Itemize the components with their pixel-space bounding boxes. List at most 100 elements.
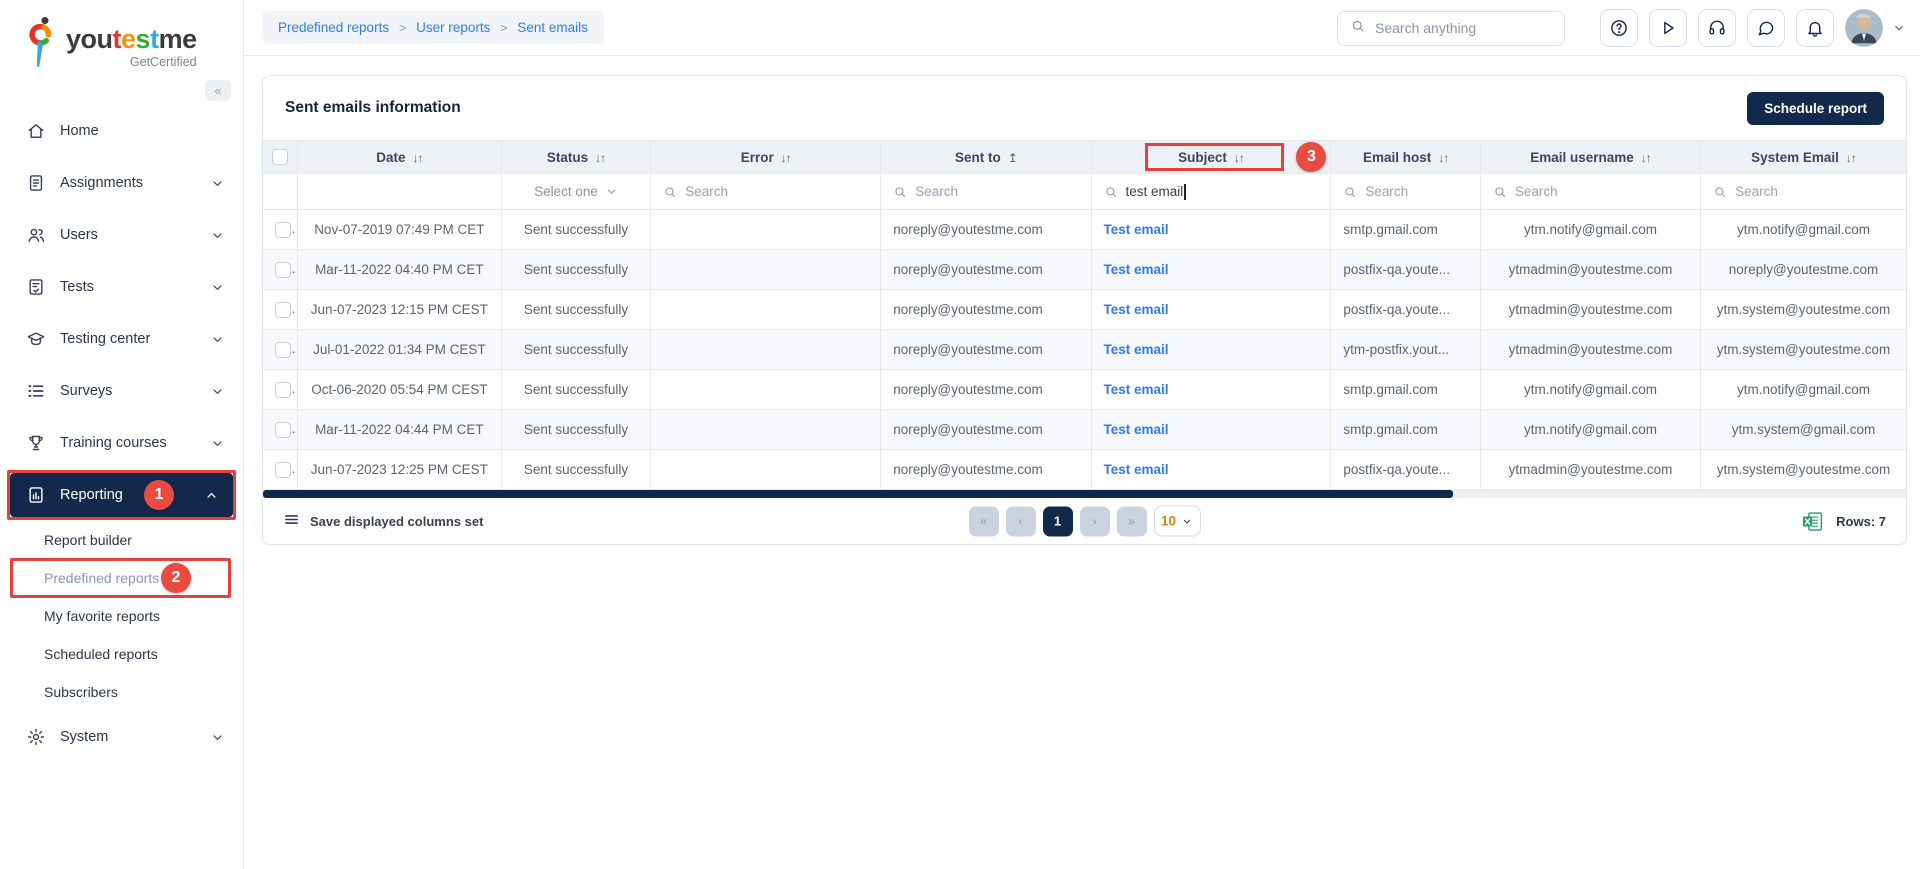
sidebar-collapse-button[interactable]: « xyxy=(205,80,231,101)
sidebar-subitem-label: Report builder xyxy=(44,532,132,548)
sidebar-item-assignments[interactable]: Assignments xyxy=(0,157,243,209)
sidebar-item-system[interactable]: System xyxy=(0,711,243,763)
cell-email_host: postfix-qa.youte... xyxy=(1330,289,1481,330)
brand-letter: you xyxy=(66,24,113,54)
table-row: Jul-01-2022 01:34 PM CEST Sent successful… xyxy=(263,329,1906,370)
pagination-first-button[interactable]: « xyxy=(968,506,999,536)
save-displayed-columns-button[interactable]: Save displayed columns set xyxy=(283,511,483,531)
search-icon xyxy=(893,185,907,199)
pagination-last-button[interactable]: » xyxy=(1116,506,1147,536)
sidebar-item-users[interactable]: Users xyxy=(0,209,243,261)
sidebar-item-surveys[interactable]: Surveys xyxy=(0,365,243,417)
error-filter-cell: Search xyxy=(650,173,882,210)
annotation-step-3: 3 xyxy=(1296,142,1327,172)
column-header-error[interactable]: Error ↓↑ xyxy=(650,140,882,174)
global-search[interactable] xyxy=(1337,10,1565,46)
system_email-filter-input[interactable]: Search xyxy=(1713,184,1894,199)
schedule-report-button[interactable]: Schedule report xyxy=(1747,91,1884,125)
column-header-system-email[interactable]: System Email ↓↑ xyxy=(1700,140,1906,174)
sidebar-item-label: Training courses xyxy=(60,435,167,451)
status-filter-dropdown[interactable]: Select one xyxy=(514,184,639,199)
cell-date: Mar-11-2022 04:44 PM CET xyxy=(297,409,502,450)
column-header-email-host[interactable]: Email host ↓↑ xyxy=(1330,140,1481,174)
email_username-filter-input[interactable]: Search xyxy=(1493,184,1688,199)
breadcrumb-link-user-reports[interactable]: User reports xyxy=(416,20,490,35)
pagination-page-1[interactable]: 1 xyxy=(1042,506,1073,536)
sort-icon: ↓↑ xyxy=(595,150,606,165)
cell-date: Jul-01-2022 01:34 PM CEST xyxy=(297,329,502,370)
sidebar-subitem-label: My favorite reports xyxy=(44,608,160,624)
cell-subject: Test email xyxy=(1090,209,1332,250)
excel-export-icon[interactable] xyxy=(1801,510,1824,533)
report-card: Sent emails information Schedule report … xyxy=(262,75,1907,545)
cell-error xyxy=(650,249,882,290)
column-header-sent-to[interactable]: Sent to ↥ xyxy=(880,140,1092,174)
subject-link[interactable]: Test email xyxy=(1104,302,1169,317)
email_host-filter-input[interactable]: Search xyxy=(1343,184,1468,199)
sent_to-filter-input[interactable]: Search xyxy=(893,184,1078,199)
column-header-status[interactable]: Status ↓↑ xyxy=(500,140,652,174)
subject-link[interactable]: Test email xyxy=(1104,222,1169,237)
brand-letter: t xyxy=(150,24,159,54)
notifications-button[interactable] xyxy=(1796,9,1834,47)
horizontal-scrollbar-thumb[interactable] xyxy=(263,490,1453,498)
row-checkbox[interactable] xyxy=(275,461,291,478)
sidebar-subitem-predefined-reports[interactable]: Predefined reports 2 xyxy=(0,558,243,598)
breadcrumb-link-sent-emails[interactable]: Sent emails xyxy=(517,20,588,35)
subject-link[interactable]: Test email xyxy=(1104,382,1169,397)
table-row: Oct-06-2020 05:54 PM CEST Sent successful… xyxy=(263,369,1906,410)
subject-link[interactable]: Test email xyxy=(1104,422,1169,437)
column-header-email-username[interactable]: Email username ↓↑ xyxy=(1479,140,1702,174)
row-checkbox[interactable] xyxy=(275,221,291,238)
row-checkbox[interactable] xyxy=(275,381,291,398)
row-checkbox[interactable] xyxy=(275,421,291,438)
sidebar-subitem-subscribers[interactable]: Subscribers xyxy=(0,673,243,711)
play-button[interactable] xyxy=(1649,9,1687,47)
email_host-filter-cell: Search xyxy=(1330,173,1481,210)
chevron-down-icon[interactable] xyxy=(1892,21,1906,35)
subject-link[interactable]: Test email xyxy=(1104,342,1169,357)
column-header-date[interactable]: Date ↓↑ xyxy=(297,140,502,174)
column-header-subject[interactable]: Subject ↓↑ 3 xyxy=(1090,140,1332,174)
page-size-select[interactable]: 10 xyxy=(1153,505,1201,537)
select-all-checkbox[interactable] xyxy=(272,149,288,166)
cell-email_host: smtp.gmail.com xyxy=(1330,369,1481,410)
row-select-cell xyxy=(263,369,298,410)
sidebar: youtestme GetCertified « Home Assignments… xyxy=(0,0,244,869)
pagination-next-button[interactable]: › xyxy=(1079,506,1110,536)
chat-button[interactable] xyxy=(1747,9,1785,47)
sidebar-subitem-scheduled-reports[interactable]: Scheduled reports xyxy=(0,635,243,673)
chevron-down-icon xyxy=(605,185,618,198)
user-avatar[interactable] xyxy=(1845,9,1883,47)
horizontal-scrollbar xyxy=(263,490,1906,498)
status-filter-cell: Select one xyxy=(500,173,652,210)
search-input[interactable] xyxy=(1375,20,1535,36)
breadcrumb-link-predefined-reports[interactable]: Predefined reports xyxy=(278,20,389,35)
table-row: Jun-07-2023 12:15 PM CEST Sent successful… xyxy=(263,289,1906,330)
pagination-prev-button[interactable]: ‹ xyxy=(1005,506,1036,536)
sidebar-item-reporting[interactable]: Reporting 1 xyxy=(0,469,243,521)
row-checkbox[interactable] xyxy=(275,261,291,278)
row-select-cell xyxy=(263,209,298,250)
notifications-icon xyxy=(1805,18,1825,38)
filter-placeholder: Search xyxy=(1735,184,1778,199)
topbar-icon-buttons xyxy=(1600,9,1834,47)
sidebar-item-training-courses[interactable]: Training courses xyxy=(0,417,243,469)
subject-link[interactable]: Test email xyxy=(1104,262,1169,277)
row-checkbox[interactable] xyxy=(275,341,291,358)
sidebar-item-tests[interactable]: Tests xyxy=(0,261,243,313)
sort-icon: ↓↑ xyxy=(1845,150,1857,165)
cell-error xyxy=(650,449,882,490)
support-button[interactable] xyxy=(1698,9,1736,47)
subject-filter-input[interactable]: test email xyxy=(1104,183,1319,200)
sidebar-subitem-report-builder[interactable]: Report builder xyxy=(0,521,243,559)
row-checkbox[interactable] xyxy=(275,301,291,318)
sidebar-item-home[interactable]: Home xyxy=(0,105,243,157)
subject-link[interactable]: Test email xyxy=(1104,462,1169,477)
error-filter-input[interactable]: Search xyxy=(663,184,868,199)
help-icon xyxy=(1609,18,1629,38)
sidebar-subitem-my-favorite-reports[interactable]: My favorite reports xyxy=(0,597,243,635)
sidebar-item-testing-center[interactable]: Testing center xyxy=(0,313,243,365)
help-button[interactable] xyxy=(1600,9,1638,47)
search-icon xyxy=(1493,185,1507,199)
